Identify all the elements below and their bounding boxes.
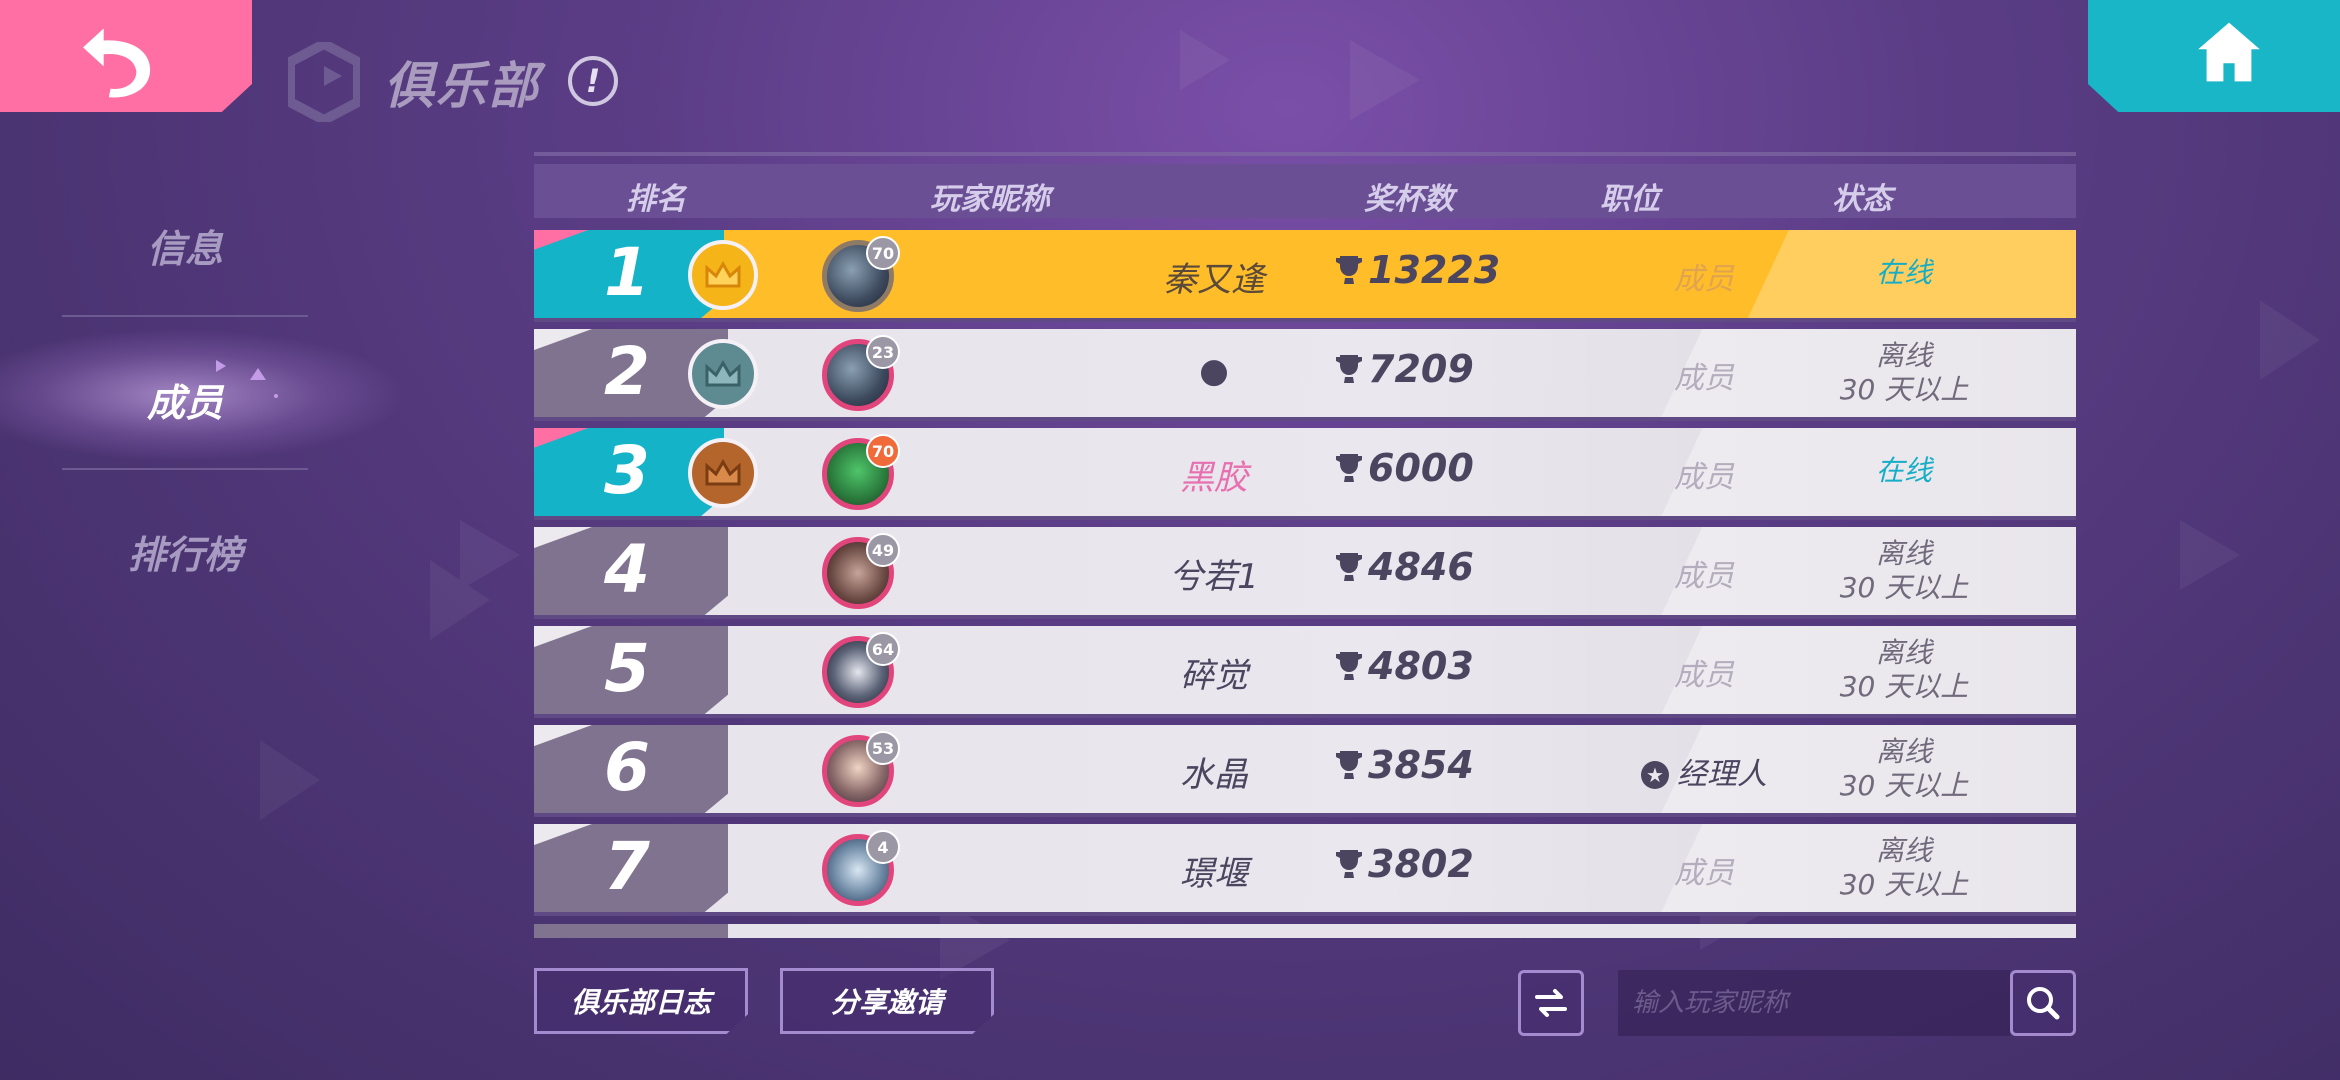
info-icon[interactable]: ! xyxy=(568,56,618,106)
level-badge: 70 xyxy=(866,434,900,468)
search-button[interactable] xyxy=(2010,970,2076,1036)
trophy-icon xyxy=(1336,454,1362,482)
rank-number: 5 xyxy=(604,630,650,707)
player-status: 在线 xyxy=(1875,256,1932,289)
trophy-icon xyxy=(1336,355,1362,383)
back-arrow-icon xyxy=(83,28,151,98)
sidebar-divider xyxy=(62,315,308,317)
rank-number: 7 xyxy=(604,828,650,905)
table-row[interactable]: 2 23 ● 7209 成员 离线 30 天以上 xyxy=(534,329,2076,421)
trophy-icon xyxy=(1336,751,1362,779)
silver-crown-icon xyxy=(688,339,758,409)
player-role: ★ 经理人 xyxy=(1594,749,1814,793)
rank-number: 2 xyxy=(604,333,650,410)
rank-number: 4 xyxy=(604,531,650,608)
rank-number: 6 xyxy=(604,729,650,806)
back-button[interactable] xyxy=(0,0,252,112)
player-role: 成员 xyxy=(1674,262,1734,297)
table-row[interactable]: 4 49 兮若1 4846 成员 离线 30 天以上 xyxy=(534,527,2076,619)
sidebar-item-leaderboard[interactable]: 排行榜 xyxy=(60,524,310,579)
level-badge: 53 xyxy=(866,731,900,765)
column-header-nickname: 玩家昵称 xyxy=(930,182,1050,217)
level-badge: 49 xyxy=(866,533,900,567)
level-badge: 70 xyxy=(866,236,900,270)
sidebar-divider xyxy=(62,468,308,470)
trophy-count: 3802 xyxy=(1334,842,1474,886)
player-status: 在线 xyxy=(1875,454,1932,487)
trophy-count: 6000 xyxy=(1334,446,1474,490)
trophy-count: 7209 xyxy=(1334,347,1474,391)
share-invite-button[interactable]: 分享邀请 xyxy=(780,968,994,1034)
player-name: 碎觉 xyxy=(1180,656,1248,696)
player-name: 璟堰 xyxy=(1180,854,1248,894)
home-icon xyxy=(2198,22,2260,82)
column-header-status: 状态 xyxy=(1832,182,1892,217)
trophy-count: 13223 xyxy=(1334,248,1500,292)
player-status: 离线 30 天以上 xyxy=(1839,735,1969,802)
player-name: 兮若1 xyxy=(1169,557,1259,597)
rank-number: 1 xyxy=(604,234,650,311)
player-status: 离线 30 天以上 xyxy=(1839,537,1969,604)
gold-crown-icon xyxy=(688,240,758,310)
player-role: 成员 xyxy=(1674,361,1734,396)
trophy-icon xyxy=(1336,850,1362,878)
table-row[interactable]: 5 64 碎觉 4803 成员 离线 30 天以上 xyxy=(534,626,2076,718)
table-row[interactable]: 7 4 璟堰 3802 成员 离线 30 天以上 xyxy=(534,824,2076,916)
rank-number: 3 xyxy=(604,432,650,509)
player-role: 成员 xyxy=(1674,658,1734,693)
player-name: 秦又逢 xyxy=(1163,260,1265,300)
player-status: 离线 30 天以上 xyxy=(1839,339,1969,406)
player-role: 成员 xyxy=(1674,856,1734,891)
trophy-count: 4846 xyxy=(1334,545,1474,589)
bronze-crown-icon xyxy=(688,438,758,508)
level-badge: 23 xyxy=(866,335,900,369)
table-row[interactable]: 6 53 水晶 3854 ★ 经理人 离线 30 天以上 xyxy=(534,725,2076,817)
player-status: 离线 30 天以上 xyxy=(1839,834,1969,901)
level-badge: 4 xyxy=(866,830,900,864)
trophy-icon xyxy=(1336,553,1362,581)
column-header-role: 职位 xyxy=(1600,182,1660,217)
club-log-button[interactable]: 俱乐部日志 xyxy=(534,968,748,1034)
player-role: 成员 xyxy=(1674,559,1734,594)
table-header: 排名 玩家昵称 奖杯数 职位 状态 xyxy=(534,164,2076,218)
trophy-icon xyxy=(1336,652,1362,680)
club-logo-icon xyxy=(288,42,360,122)
trophy-count: 3854 xyxy=(1334,743,1474,787)
level-badge: 64 xyxy=(866,632,900,666)
player-name: ● xyxy=(1199,351,1229,391)
search-icon xyxy=(2027,987,2060,1020)
table-top-border xyxy=(534,152,2076,156)
swap-button[interactable] xyxy=(1518,970,1584,1036)
player-role: 成员 xyxy=(1674,460,1734,495)
sparkle-icon xyxy=(216,360,278,398)
player-status: 离线 30 天以上 xyxy=(1839,636,1969,703)
home-button[interactable] xyxy=(2088,0,2340,112)
player-name: 黑胶 xyxy=(1180,458,1248,498)
table-row-partial[interactable] xyxy=(534,924,2076,938)
search-input[interactable] xyxy=(1618,970,2010,1036)
column-header-trophies: 奖杯数 xyxy=(1364,182,1454,217)
player-name: 水晶 xyxy=(1180,755,1248,795)
trophy-icon xyxy=(1336,256,1362,284)
table-row[interactable]: 3 70 黑胶 6000 成员 在线 xyxy=(534,428,2076,520)
manager-star-icon: ★ xyxy=(1641,761,1669,789)
sidebar-item-info[interactable]: 信息 xyxy=(60,218,310,273)
page-title: 俱乐部 xyxy=(384,57,540,115)
column-header-rank: 排名 xyxy=(626,182,686,217)
table-row[interactable]: 1 70 秦又逢 13223 成员 在线 xyxy=(534,230,2076,322)
trophy-count: 4803 xyxy=(1334,644,1474,688)
swap-icon xyxy=(1535,989,1567,1017)
